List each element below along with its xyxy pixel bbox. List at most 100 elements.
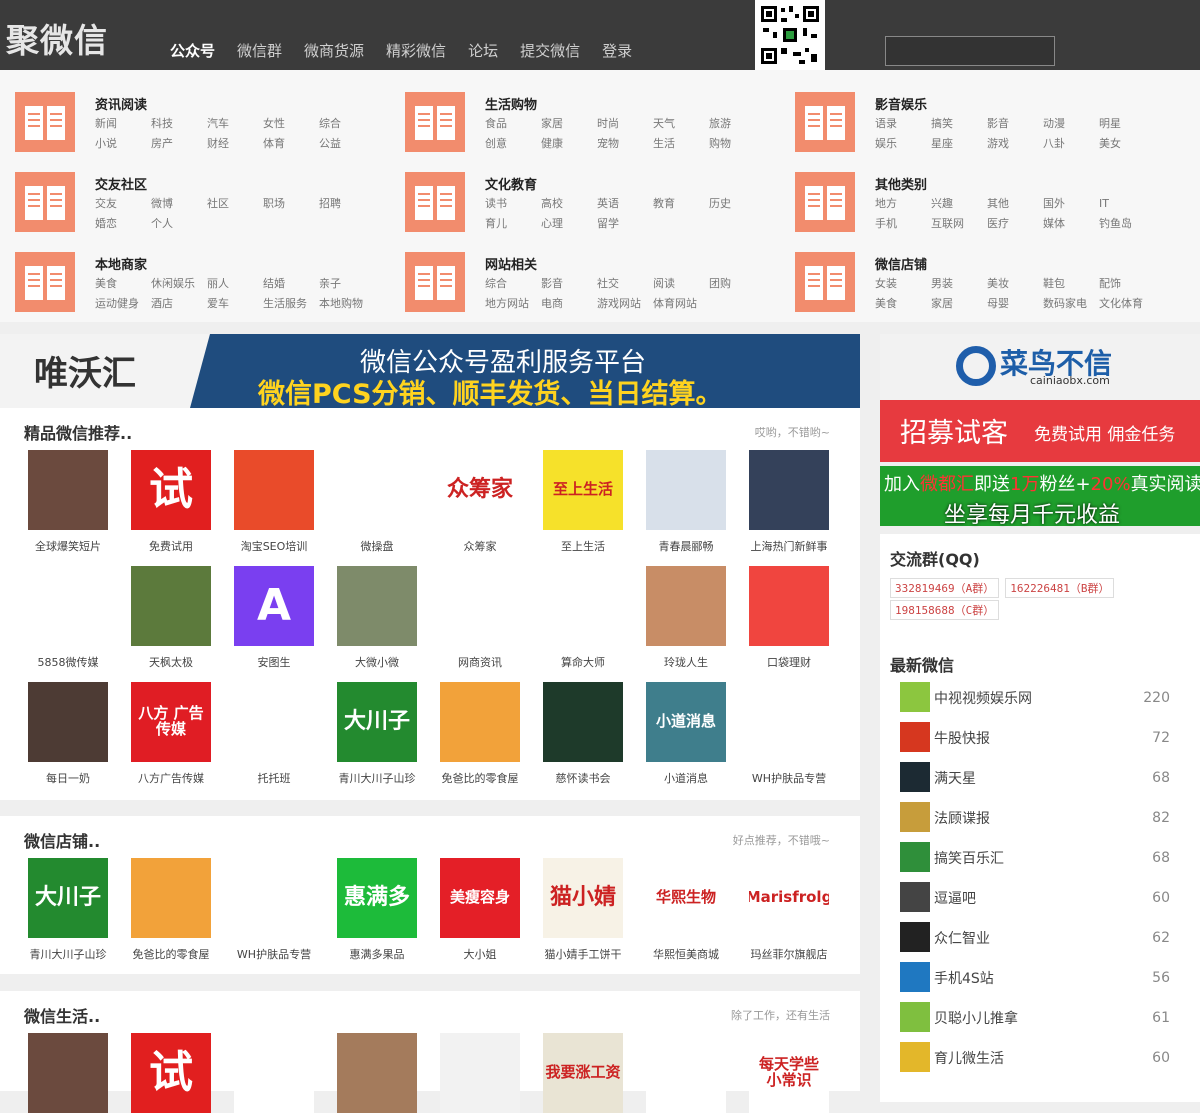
category-title[interactable]: 影音娱乐: [875, 94, 927, 113]
category-link[interactable]: 团购: [709, 276, 765, 292]
latest-item-name[interactable]: 法顾谍报: [934, 808, 990, 828]
category-link[interactable]: 语录: [875, 116, 931, 132]
category-link[interactable]: 结婚: [263, 276, 319, 292]
weixin-tile[interactable]: 至上生活 至上生活: [543, 450, 623, 553]
category-link[interactable]: 酒店: [151, 296, 207, 312]
category-link[interactable]: 女性: [263, 116, 319, 132]
category-link[interactable]: 时尚: [597, 116, 653, 132]
category-link[interactable]: 国外: [1043, 196, 1099, 212]
category-link[interactable]: 休闲娱乐: [151, 276, 207, 292]
category-link[interactable]: 影音: [987, 116, 1043, 132]
weixin-tile[interactable]: A 安图生: [234, 566, 314, 669]
latest-item-name[interactable]: 搞笑百乐汇: [934, 848, 1004, 868]
latest-item-name[interactable]: 育儿微生活: [934, 1048, 1004, 1068]
qq-group-a[interactable]: 332819469（A群）: [890, 578, 1000, 598]
category-link[interactable]: 美食: [95, 276, 151, 292]
qq-group-b[interactable]: 162226481（B群）: [1005, 578, 1115, 598]
weixin-tile[interactable]: 网商资讯: [440, 566, 520, 669]
category-link[interactable]: 母婴: [987, 296, 1043, 312]
latest-item[interactable]: 手机4S站 56: [900, 956, 1200, 996]
category-link[interactable]: 家居: [541, 116, 597, 132]
category-title[interactable]: 本地商家: [95, 254, 147, 273]
category-link[interactable]: 爱车: [207, 296, 263, 312]
category-link[interactable]: 兴趣: [931, 196, 987, 212]
category-link[interactable]: 丽人: [207, 276, 263, 292]
category-title[interactable]: 微信店铺: [875, 254, 927, 273]
category-link[interactable]: 亲子: [319, 276, 375, 292]
category-link[interactable]: 配饰: [1099, 276, 1155, 292]
weixin-tile[interactable]: 美瘦容身 大小姐: [440, 858, 520, 961]
weixin-tile[interactable]: [234, 1033, 314, 1113]
weixin-tile[interactable]: 玲珑人生: [646, 566, 726, 669]
category-link[interactable]: 美食: [875, 296, 931, 312]
ad-recruit[interactable]: 招募试客 免费试用 佣金任务: [880, 400, 1200, 462]
qq-group-c[interactable]: 198158688（C群）: [890, 600, 1000, 620]
latest-item[interactable]: 牛股快报 72: [900, 716, 1200, 756]
weixin-tile[interactable]: 上海热门新鲜事: [749, 450, 829, 553]
category-title[interactable]: 文化教育: [485, 174, 537, 193]
category-title[interactable]: 网站相关: [485, 254, 537, 273]
nav-luntan[interactable]: 论坛: [468, 40, 498, 61]
weixin-tile[interactable]: 天枫太极: [131, 566, 211, 669]
category-link[interactable]: 旅游: [709, 116, 765, 132]
category-title[interactable]: 资讯阅读: [95, 94, 147, 113]
category-title[interactable]: 生活购物: [485, 94, 537, 113]
nav-login[interactable]: 登录: [602, 40, 632, 61]
weixin-tile[interactable]: 大微小微: [337, 566, 417, 669]
latest-item-name[interactable]: 手机4S站: [934, 968, 994, 988]
latest-item-name[interactable]: 满天星: [934, 768, 976, 788]
nav-submit[interactable]: 提交微信: [520, 40, 580, 61]
latest-item[interactable]: 育儿微生活 60: [900, 1036, 1200, 1076]
category-link[interactable]: 阅读: [653, 276, 709, 292]
latest-item-name[interactable]: 贝聪小儿推拿: [934, 1008, 1018, 1028]
category-link[interactable]: 动漫: [1043, 116, 1099, 132]
weixin-tile[interactable]: 慈怀读书会: [543, 682, 623, 785]
weixin-tile[interactable]: 惠满多 惠满多果品: [337, 858, 417, 961]
category-link[interactable]: 微博: [151, 196, 207, 212]
category-link[interactable]: 本地购物: [319, 296, 375, 312]
weixin-tile[interactable]: 每天学些 小常识: [749, 1033, 829, 1113]
weixin-tile[interactable]: 华熙生物 华熙恒美商城: [646, 858, 726, 961]
category-link[interactable]: 文化体育: [1099, 296, 1155, 312]
category-link[interactable]: 天气: [653, 116, 709, 132]
category-link[interactable]: 综合: [485, 276, 541, 292]
category-link[interactable]: 游戏网站: [597, 296, 653, 312]
latest-item[interactable]: 满天星 68: [900, 756, 1200, 796]
category-link[interactable]: 招聘: [319, 196, 375, 212]
category-title[interactable]: 交友社区: [95, 174, 147, 193]
banner-ad[interactable]: 唯沃汇 微信公众号盈利服务平台 微信PCS分销、顺丰发货、当日结算。: [0, 334, 860, 408]
category-link[interactable]: 美妆: [987, 276, 1043, 292]
nav-jingcai[interactable]: 精彩微信: [386, 40, 446, 61]
weixin-tile[interactable]: 淘宝SEO培训: [234, 450, 314, 553]
weixin-tile[interactable]: Marisfrolg 玛丝菲尔旗舰店: [749, 858, 829, 961]
nav-weishang[interactable]: 微商货源: [304, 40, 364, 61]
category-link[interactable]: 电商: [541, 296, 597, 312]
latest-item[interactable]: 贝聪小儿推拿 61: [900, 996, 1200, 1036]
category-link[interactable]: 男装: [931, 276, 987, 292]
category-link[interactable]: 职场: [263, 196, 319, 212]
category-link[interactable]: 英语: [597, 196, 653, 212]
weixin-tile[interactable]: 免爸比的零食屋: [131, 858, 211, 961]
category-link[interactable]: 科技: [151, 116, 207, 132]
category-link[interactable]: 影音: [541, 276, 597, 292]
category-link[interactable]: 历史: [709, 196, 765, 212]
nav-gongzhonghao[interactable]: 公众号: [170, 40, 215, 61]
ad-weiduhui[interactable]: 加入微都汇即送1万粉丝+20%真实阅读量 坐享每月千元收益: [880, 466, 1200, 528]
category-link[interactable]: 鞋包: [1043, 276, 1099, 292]
category-link[interactable]: 数码家电: [1043, 296, 1099, 312]
weixin-tile[interactable]: 算命大师: [543, 566, 623, 669]
category-link[interactable]: 生活服务: [263, 296, 319, 312]
category-link[interactable]: 运动健身: [95, 296, 151, 312]
weixin-tile[interactable]: [337, 1033, 417, 1113]
latest-item[interactable]: 逗逼吧 60: [900, 876, 1200, 916]
category-title[interactable]: 其他类别: [875, 174, 927, 193]
weixin-tile[interactable]: 试 免费试用: [131, 450, 211, 553]
category-link[interactable]: 社区: [207, 196, 263, 212]
weixin-tile[interactable]: 八方 广告传媒 八方广告传媒: [131, 682, 211, 785]
category-link[interactable]: 地方: [875, 196, 931, 212]
weixin-tile[interactable]: WH护肤品专营: [234, 858, 314, 961]
latest-item-name[interactable]: 牛股快报: [934, 728, 990, 748]
weixin-tile[interactable]: [28, 1033, 108, 1113]
category-link[interactable]: 其他: [987, 196, 1043, 212]
latest-item[interactable]: 搞笑百乐汇 68: [900, 836, 1200, 876]
